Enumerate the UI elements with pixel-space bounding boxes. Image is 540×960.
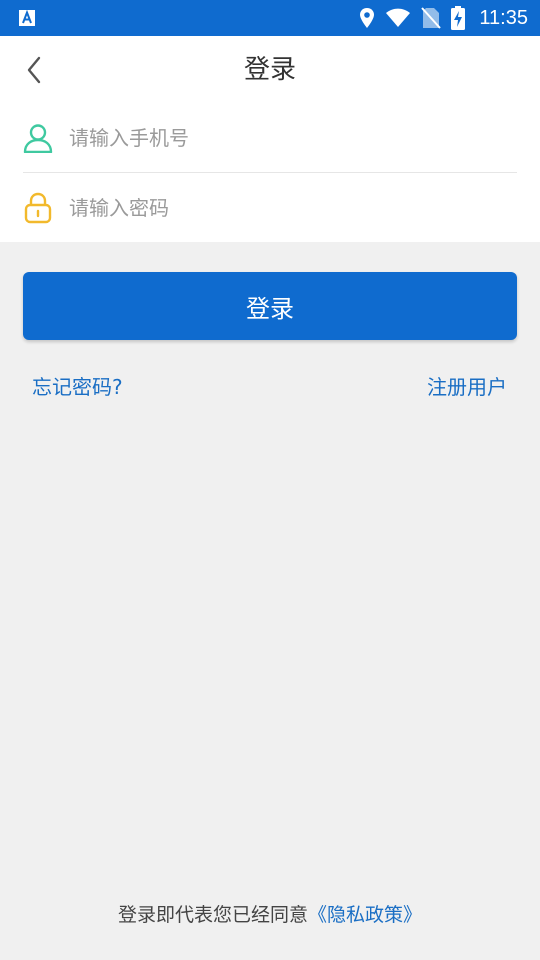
agreement-text: 登录即代表您已经同意 [117, 904, 308, 926]
app-header: 登录 [0, 36, 540, 104]
status-bar: 11:35 [0, 0, 540, 36]
chevron-left-icon [26, 56, 42, 84]
register-link[interactable]: 注册用户 [427, 372, 507, 402]
privacy-agreement: 登录即代表您已经同意《隐私政策》 [0, 900, 540, 930]
login-button[interactable]: 登录 [23, 272, 517, 340]
status-time: 11:35 [479, 6, 528, 29]
phone-input[interactable] [69, 126, 517, 150]
status-right: 11:35 [359, 6, 528, 30]
app-a-icon [18, 9, 36, 27]
back-button[interactable] [14, 50, 54, 90]
location-icon [359, 7, 375, 29]
password-input[interactable] [69, 195, 517, 220]
privacy-policy-link[interactable]: 《隐私政策》 [308, 904, 422, 926]
password-field-row [23, 173, 517, 242]
phone-field-row [23, 104, 517, 173]
lock-icon [23, 192, 53, 223]
no-sim-icon [421, 7, 442, 29]
status-left [18, 9, 36, 27]
battery-charging-icon [451, 6, 466, 30]
forgot-password-link[interactable]: 忘记密码? [32, 372, 123, 402]
wifi-icon [385, 8, 411, 28]
user-icon [23, 123, 53, 153]
login-form [0, 104, 540, 242]
page-title: 登录 [243, 55, 296, 85]
